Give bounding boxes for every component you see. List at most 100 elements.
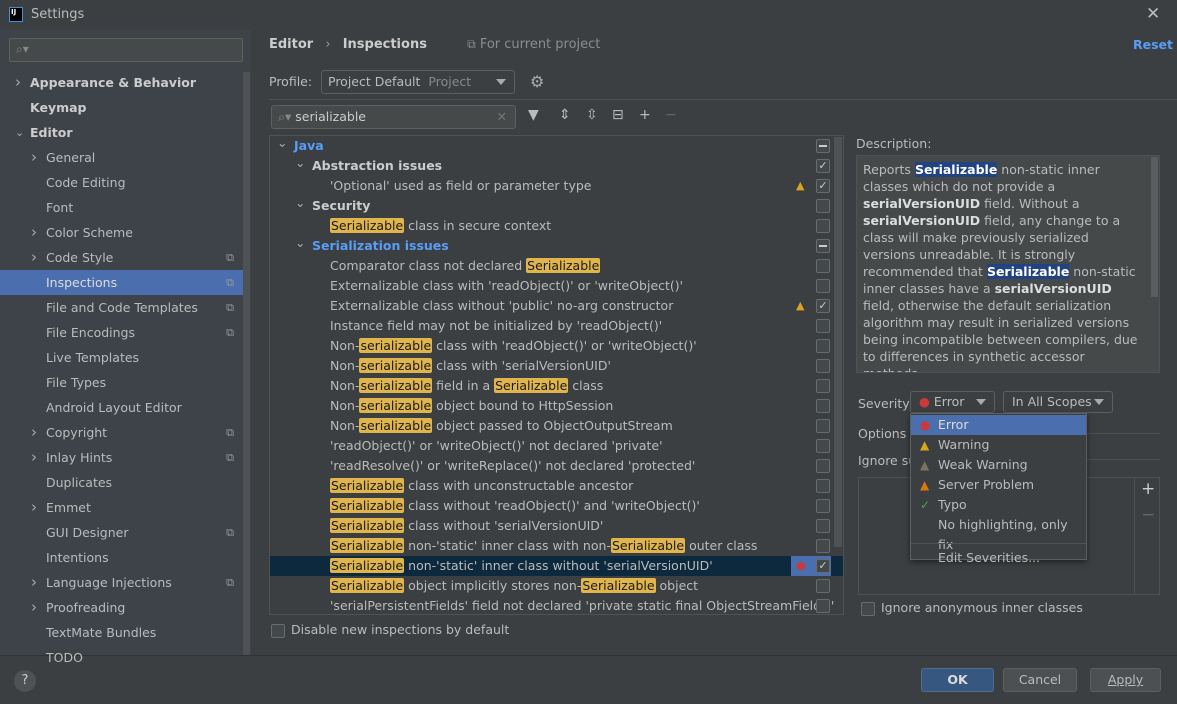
breadcrumb-editor[interactable]: Editor (269, 37, 313, 52)
apply-button[interactable]: Apply (1090, 668, 1161, 692)
collapse-all-icon[interactable]: ⇳ (586, 107, 598, 123)
tree-row[interactable]: Serializable class with unconstructable … (270, 476, 843, 496)
chevron-right-icon[interactable]: › (31, 570, 37, 595)
menu-item-warning[interactable]: ▲ Warning (911, 435, 1086, 455)
tree-row[interactable]: Non-serializable class with 'serialVersi… (270, 356, 843, 376)
cancel-button[interactable]: Cancel (1003, 668, 1077, 692)
tree-row[interactable]: 'readResolve()' or 'writeReplace()' not … (270, 456, 843, 476)
disable-new-inspections-checkbox[interactable]: Disable new inspections by default (271, 622, 509, 638)
sidebar-item-textmate-bundles[interactable]: TextMate Bundles (0, 620, 243, 645)
tree-row[interactable]: Non-serializable object bound to HttpSes… (270, 396, 843, 416)
expand-all-icon[interactable]: ⇕ (559, 107, 571, 123)
sidebar-item-font[interactable]: Font (0, 195, 243, 220)
chevron-down-icon[interactable]: ⌄ (295, 153, 305, 173)
ignore-anonymous-checkbox[interactable]: Ignore anonymous inner classes (861, 600, 1083, 616)
tree-row[interactable]: Non-serializable class with 'readObject(… (270, 336, 843, 356)
sidebar-item-appearance-behavior[interactable]: › Appearance & Behavior (0, 70, 243, 95)
tree-group[interactable]: ⌄ Java (270, 136, 843, 156)
enable-checkbox[interactable] (816, 319, 830, 333)
reset-to-default-icon[interactable]: ⊟ (612, 107, 624, 123)
enable-checkbox[interactable]: ✓ (816, 299, 830, 313)
menu-item-no-highlighting-only-fix[interactable]: No highlighting, only fix (911, 515, 1086, 552)
sidebar-item-duplicates[interactable]: Duplicates (0, 470, 243, 495)
tree-row[interactable]: Externalizable class with 'readObject()'… (270, 276, 843, 296)
sidebar-item-intentions[interactable]: Intentions (0, 545, 243, 570)
tree-row[interactable]: Serializable class without 'serialVersio… (270, 516, 843, 536)
sidebar-item-todo[interactable]: TODO (0, 645, 243, 670)
enable-checkbox[interactable] (816, 439, 830, 453)
sidebar-item-file-encodings[interactable]: File Encodings ⧉ (0, 320, 243, 345)
inspection-search-input[interactable]: ⌕▾ serializable ✕ (271, 105, 516, 129)
enable-checkbox[interactable] (816, 519, 830, 533)
checkbox[interactable] (861, 601, 875, 616)
checkbox[interactable] (271, 623, 285, 638)
tree-row[interactable]: 'Optional' used as field or parameter ty… (270, 176, 843, 196)
enable-checkbox[interactable] (816, 419, 830, 433)
enable-checkbox[interactable] (816, 219, 830, 233)
menu-item-edit-severities[interactable]: Edit Severities... (911, 548, 1086, 568)
gear-icon[interactable]: ⚙ (530, 72, 544, 91)
sidebar-item-file-types[interactable]: File Types (0, 370, 243, 395)
tree-row[interactable]: Serializable non-'static' inner class wi… (270, 556, 843, 576)
chevron-down-icon[interactable]: ⌄ (277, 136, 287, 153)
tree-row[interactable]: Serializable object implicitly stores no… (270, 576, 843, 596)
severity-dropdown[interactable]: ● Error (910, 391, 995, 413)
tree-row[interactable]: Instance field may not be initialized by… (270, 316, 843, 336)
sidebar-item-inspections[interactable]: Inspections ⧉ (0, 270, 243, 295)
description-scrollbar[interactable] (1151, 157, 1158, 297)
enable-checkbox[interactable]: ✓ (816, 559, 830, 573)
chevron-right-icon[interactable]: › (31, 145, 37, 170)
tree-group[interactable]: ⌄ Abstraction issues ✓ (270, 153, 843, 176)
enable-checkbox[interactable] (816, 539, 830, 553)
sidebar-item-keymap[interactable]: Keymap (0, 95, 243, 120)
menu-item-typo[interactable]: ✓ Typo (911, 495, 1086, 515)
tree-row[interactable]: Serializable class without 'readObject()… (270, 496, 843, 516)
reset-link[interactable]: Reset (1133, 37, 1173, 52)
menu-item-error[interactable]: ● Error (911, 415, 1086, 435)
add-icon[interactable]: + (639, 107, 651, 123)
sidebar-item-live-templates[interactable]: Live Templates (0, 345, 243, 370)
enable-checkbox[interactable] (816, 379, 830, 393)
enable-checkbox[interactable] (816, 479, 830, 493)
profile-dropdown[interactable]: Project Default Project (321, 70, 515, 94)
close-icon[interactable]: ✕ (1146, 4, 1160, 24)
enable-checkbox[interactable]: ✓ (816, 159, 830, 173)
sidebar-item-editor[interactable]: ⌄ Editor (0, 120, 243, 145)
tree-row[interactable]: 'readObject()' or 'writeObject()' not de… (270, 436, 843, 456)
scope-dropdown[interactable]: In All Scopes (1003, 391, 1113, 413)
enable-checkbox[interactable] (816, 239, 830, 253)
chevron-right-icon[interactable]: › (31, 595, 37, 620)
enable-checkbox[interactable] (816, 259, 830, 273)
help-button[interactable]: ? (14, 670, 36, 692)
enable-checkbox[interactable] (816, 399, 830, 413)
sidebar-item-android-layout-editor[interactable]: Android Layout Editor (0, 395, 243, 420)
sidebar-item-inlay-hints[interactable]: › Inlay Hints ⧉ (0, 445, 243, 470)
sidebar-item-gui-designer[interactable]: GUI Designer ⧉ (0, 520, 243, 545)
enable-checkbox[interactable] (816, 199, 830, 213)
enable-checkbox[interactable] (816, 459, 830, 473)
tree-row[interactable]: Serializable non-'static' inner class wi… (270, 536, 843, 556)
chevron-right-icon[interactable]: › (31, 495, 37, 520)
enable-checkbox[interactable] (816, 499, 830, 513)
chevron-down-icon[interactable]: ⌄ (15, 120, 24, 145)
tree-row[interactable]: Serializable class in secure context (270, 216, 843, 236)
tree-row[interactable]: 'serialPersistentFields' field not decla… (270, 596, 843, 614)
tree-group[interactable]: ⌄ Security (270, 193, 843, 216)
tree-row[interactable]: Externalizable class without 'public' no… (270, 296, 843, 316)
sidebar-search-input[interactable]: ⌕▾ (9, 38, 243, 62)
enable-checkbox[interactable] (816, 279, 830, 293)
chevron-down-icon[interactable]: ⌄ (295, 193, 305, 213)
sidebar-item-language-injections[interactable]: › Language Injections ⧉ (0, 570, 243, 595)
sidebar-item-general[interactable]: › General (0, 145, 243, 170)
ok-button[interactable]: OK (921, 668, 994, 692)
tree-row[interactable]: Non-serializable object passed to Object… (270, 416, 843, 436)
enable-checkbox[interactable] (816, 599, 830, 613)
chevron-right-icon[interactable]: › (15, 70, 21, 95)
add-icon[interactable]: + (1141, 479, 1155, 499)
enable-checkbox[interactable] (816, 579, 830, 593)
enable-checkbox[interactable] (816, 359, 830, 373)
sidebar-item-code-editing[interactable]: Code Editing (0, 170, 243, 195)
sidebar-item-code-style[interactable]: › Code Style ⧉ (0, 245, 243, 270)
chevron-right-icon[interactable]: › (31, 445, 37, 470)
sidebar-item-color-scheme[interactable]: › Color Scheme (0, 220, 243, 245)
